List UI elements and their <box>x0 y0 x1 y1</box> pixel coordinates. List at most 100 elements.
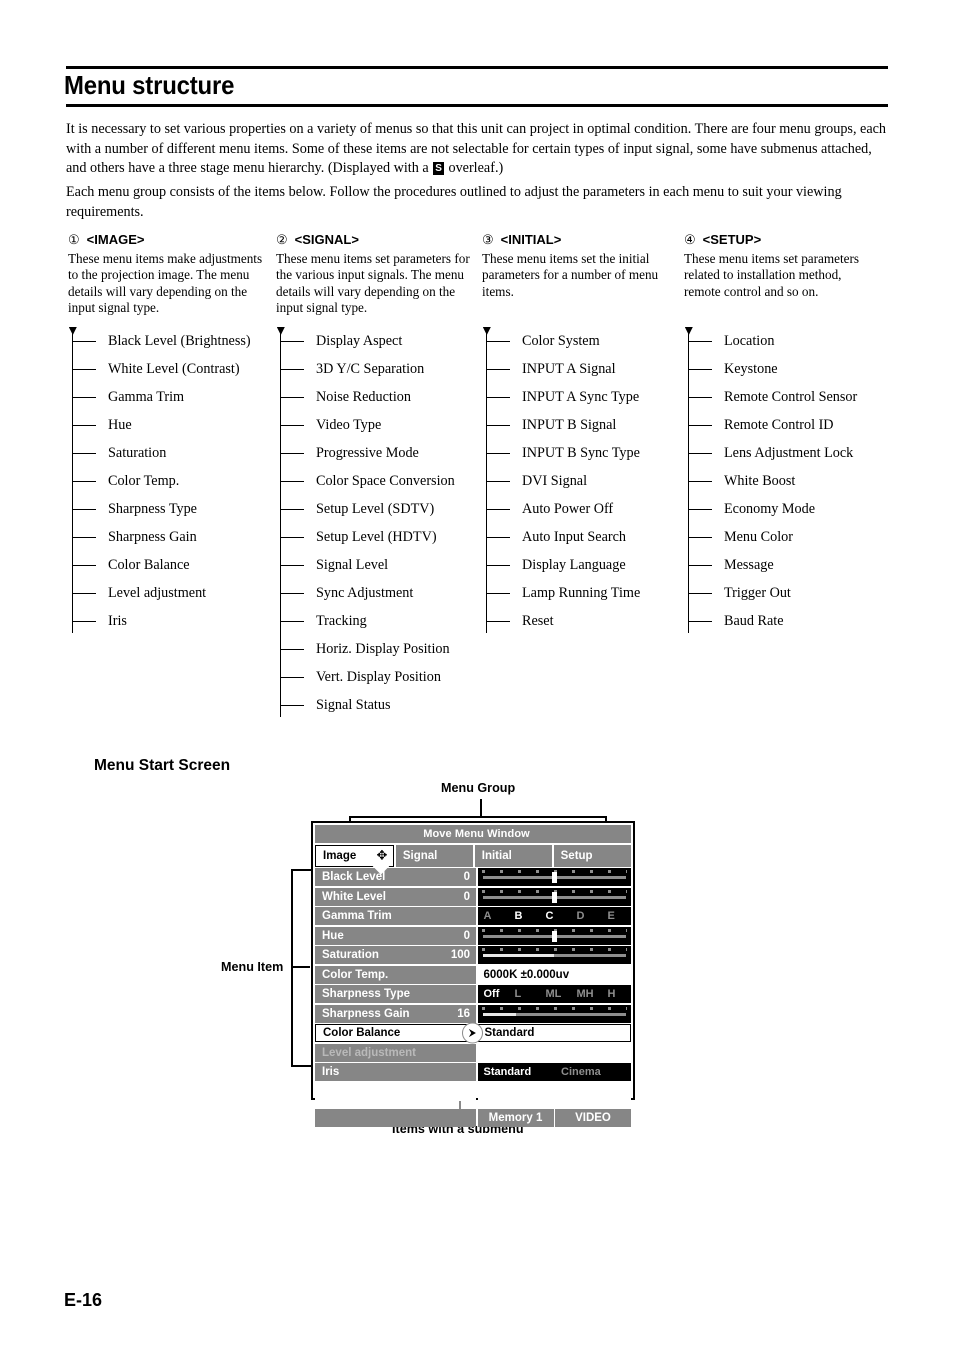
group-description: These menu items set the initial paramet… <box>482 251 659 299</box>
segment-option[interactable]: Cinema <box>555 1063 631 1081</box>
tree-item: Signal Status <box>280 691 455 719</box>
osd-row-control[interactable] <box>477 1043 631 1062</box>
menu-tree-image: Black Level (Brightness) White Level (Con… <box>68 327 251 635</box>
tree-item: Video Type <box>280 411 455 439</box>
segment-option[interactable]: E <box>601 907 631 925</box>
osd-row-control[interactable] <box>477 946 632 964</box>
osd-menu-row[interactable]: Hue 0 <box>315 926 632 945</box>
osd-row-control[interactable]: Standard <box>477 1024 631 1042</box>
slider[interactable] <box>478 927 632 945</box>
group-heading: ② <SIGNAL> <box>276 232 476 247</box>
osd-row-control[interactable] <box>477 887 632 906</box>
tree-item: Black Level (Brightness) <box>72 327 251 355</box>
osd-tab-initial[interactable]: Initial <box>474 844 553 867</box>
slider[interactable] <box>478 888 632 906</box>
segment-option[interactable]: A <box>477 907 507 925</box>
segment-option[interactable]: Off <box>477 985 507 1003</box>
osd-row-control[interactable]: Off L ML MH H <box>477 985 631 1003</box>
osd-menu-row[interactable]: Color Balance ⮞ Standard <box>315 1022 631 1044</box>
osd-row-control[interactable]: 6000K ±0.000uv <box>477 965 631 984</box>
osd-window: Move Menu Window Image ✥ Signal Initial … <box>311 821 635 1127</box>
osd-menu-row[interactable]: Sharpness Gain 16 <box>315 1004 632 1023</box>
segment-option[interactable]: B <box>508 907 538 925</box>
osd-row-control[interactable]: ABCDE <box>477 907 631 925</box>
slider-ticks <box>481 948 627 951</box>
tree-item: Horiz. Display Position <box>280 635 455 663</box>
tree-item: Remote Control Sensor <box>688 383 857 411</box>
segment-option[interactable]: C <box>539 907 569 925</box>
osd-tab-label: Initial <box>481 849 512 862</box>
osd-row-label-text: Hue <box>322 929 344 942</box>
osd-menu-row[interactable]: Level adjustment <box>315 1043 631 1062</box>
osd-row-control[interactable] <box>477 1004 632 1023</box>
group-name: <SETUP> <box>702 232 762 247</box>
osd-row-label: Black Level 0 <box>315 868 476 886</box>
tree-item: INPUT B Signal <box>486 411 640 439</box>
osd-row-control[interactable] <box>477 868 632 886</box>
osd-tab-image[interactable]: Image ✥ <box>315 844 395 867</box>
osd-menu-row[interactable]: Black Level 0 <box>315 868 631 886</box>
slider[interactable] <box>478 868 632 886</box>
segment-option[interactable]: D <box>570 907 600 925</box>
callout-line <box>291 966 293 1066</box>
osd-row-control[interactable] <box>477 926 632 945</box>
tree-item: Noise Reduction <box>280 383 455 411</box>
tree-item: Display Aspect <box>280 327 455 355</box>
osd-titlebar-right <box>601 825 631 843</box>
callout-line <box>291 1065 311 1067</box>
segmented-control: Standard Cinema <box>477 1063 631 1081</box>
osd-row-label: Sharpness Gain 16 <box>315 1004 476 1023</box>
intro-paragraph-2: Each menu group consists of the items be… <box>66 184 842 220</box>
osd-menu-row[interactable]: Sharpness Type Off L ML MH H <box>315 985 631 1003</box>
tree-item: DVI Signal <box>486 467 640 495</box>
tree-item: INPUT B Sync Type <box>486 439 640 467</box>
slider-knob[interactable] <box>552 930 558 942</box>
title-rule-bottom <box>66 104 888 107</box>
segment-option[interactable]: L <box>508 985 538 1003</box>
tree-item: Message <box>688 551 857 579</box>
slider-knob[interactable] <box>552 872 558 883</box>
group-description: These menu items set parameters for the … <box>276 251 470 316</box>
menu-group-header-image: ① <IMAGE> These menu items make adjustmen… <box>68 232 274 317</box>
osd-menu-row[interactable]: White Level 0 <box>315 887 632 906</box>
osd-menu-row[interactable]: Color Temp. 6000K ±0.000uv <box>315 965 631 984</box>
osd-tab-label: Signal <box>402 849 438 862</box>
callout-line <box>292 966 310 968</box>
osd-menu-row[interactable]: Gamma Trim A B C D E <box>315 907 631 925</box>
tree-item: Color Temp. <box>72 467 251 495</box>
osd-row-label: Iris <box>315 1063 476 1081</box>
osd-menu-row[interactable]: Iris Standard Cinema <box>315 1063 631 1081</box>
tree-list: Display Aspect 3D Y/C Separation Noise Red… <box>280 327 455 719</box>
segment-option[interactable]: ML <box>539 985 569 1003</box>
callout-line <box>291 869 311 871</box>
tree-item: Sharpness Type <box>72 495 251 523</box>
page-title: Menu structure <box>64 70 235 100</box>
segment-option[interactable]: H <box>601 985 631 1003</box>
menu-group-header-setup: ④ <SETUP> These menu items set parameters… <box>684 232 880 300</box>
group-name: <SIGNAL> <box>294 232 359 247</box>
slider-knob[interactable] <box>552 891 558 903</box>
osd-row-label-text: Sharpness Type <box>322 988 410 1000</box>
osd-menu-row[interactable]: Saturation 100 <box>315 946 631 964</box>
osd-row-value: 0 <box>463 871 470 883</box>
submenu-badge-icon: S <box>433 162 444 176</box>
tree-item: Color Space Conversion <box>280 467 455 495</box>
osd-status-bar: Memory 1 VIDEO <box>315 1108 631 1127</box>
tree-item: Progressive Mode <box>280 439 455 467</box>
tree-item: Reset <box>486 607 640 635</box>
tree-item: Economy Mode <box>688 495 857 523</box>
slider[interactable] <box>478 946 632 964</box>
segment-option[interactable]: Standard <box>477 1063 554 1081</box>
slider[interactable] <box>478 1005 632 1023</box>
group-heading: ④ <SETUP> <box>684 232 880 247</box>
osd-tab-setup[interactable]: Setup <box>553 844 631 867</box>
group-description: These menu items set parameters related … <box>684 251 860 299</box>
segment-option[interactable]: MH <box>570 985 600 1003</box>
osd-row-control[interactable]: Standard Cinema <box>477 1063 631 1081</box>
osd-tabs: Image ✥ Signal Initial Setup <box>315 844 631 875</box>
osd-row-label-text: Color Balance <box>323 1027 401 1039</box>
osd-tab-signal[interactable]: Signal <box>395 844 474 867</box>
osd-row-label: Saturation 100 <box>315 946 476 964</box>
menu-tree-signal: Display Aspect 3D Y/C Separation Noise Red… <box>276 327 455 719</box>
tree-item: Baud Rate <box>688 607 857 635</box>
